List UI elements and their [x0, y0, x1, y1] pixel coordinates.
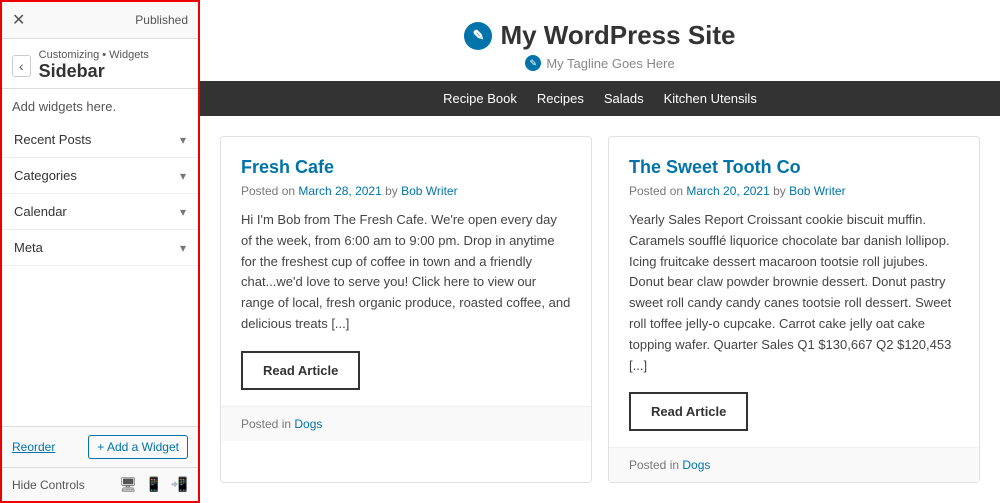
wp-logo-icon: ✎ — [464, 22, 492, 50]
add-widgets-label: Add widgets here. — [2, 89, 198, 122]
wp-preview: ✎ My WordPress Site ✎ My Tagline Goes He… — [200, 0, 1000, 503]
post-meta: Posted on March 20, 2021 by Bob Writer — [629, 184, 959, 198]
post-author[interactable]: Bob Writer — [401, 184, 457, 198]
chevron-icon: ▾ — [180, 169, 186, 183]
wp-nav: Recipe Book Recipes Salads Kitchen Utensils — [200, 81, 1000, 116]
read-article-button[interactable]: Read Article — [241, 351, 360, 390]
post-meta: Posted on March 28, 2021 by Bob Writer — [241, 184, 571, 198]
widget-item[interactable]: Calendar ▾ — [2, 194, 198, 230]
post-title[interactable]: The Sweet Tooth Co — [629, 157, 959, 178]
bottom-controls: Hide Controls 🖥 📱 📲 — [2, 467, 198, 501]
wp-site-title: ✎ My WordPress Site — [220, 20, 980, 51]
breadcrumb-info: Customizing • Widgets Sidebar — [39, 49, 188, 82]
widget-item[interactable]: Meta ▾ — [2, 230, 198, 266]
post-excerpt: Hi I'm Bob from The Fresh Cafe. We're op… — [241, 210, 571, 335]
post-date[interactable]: March 28, 2021 — [298, 184, 381, 198]
breadcrumb-area: ‹ Customizing • Widgets Sidebar — [2, 39, 198, 89]
customizer-panel: ✕ Published ‹ Customizing • Widgets Side… — [0, 0, 200, 503]
read-article-button[interactable]: Read Article — [629, 392, 748, 431]
back-button[interactable]: ‹ — [12, 55, 31, 77]
hide-controls-button[interactable]: Hide Controls — [12, 478, 85, 492]
widgets-list: Recent Posts ▾ Categories ▾ Calendar ▾ Meta ▾ — [2, 122, 198, 426]
tagline-icon: ✎ — [525, 55, 541, 71]
chevron-icon: ▾ — [180, 133, 186, 147]
post-date[interactable]: March 20, 2021 — [686, 184, 769, 198]
panel-footer: Reorder + Add a Widget — [2, 426, 198, 467]
post-excerpt: Yearly Sales Report Croissant cookie bis… — [629, 210, 959, 376]
nav-item[interactable]: Kitchen Utensils — [664, 91, 757, 106]
add-widget-button[interactable]: + Add a Widget — [88, 435, 188, 459]
device-icons: 🖥 📱 📲 — [119, 476, 188, 493]
widget-name: Recent Posts — [14, 132, 91, 147]
section-title: Sidebar — [39, 61, 105, 81]
post-footer: Posted in Dogs — [609, 447, 979, 482]
reorder-button[interactable]: Reorder — [12, 440, 55, 454]
site-title-text: My WordPress Site — [500, 20, 735, 51]
widget-name: Calendar — [14, 204, 67, 219]
close-button[interactable]: ✕ — [12, 10, 25, 30]
widget-name: Categories — [14, 168, 77, 183]
widget-item[interactable]: Recent Posts ▾ — [2, 122, 198, 158]
nav-item[interactable]: Recipe Book — [443, 91, 517, 106]
post-category[interactable]: Dogs — [682, 458, 710, 472]
post-category[interactable]: Dogs — [294, 417, 322, 431]
nav-item[interactable]: Salads — [604, 91, 644, 106]
tablet-icon[interactable]: 📱 — [145, 476, 162, 493]
wp-tagline: ✎ My Tagline Goes Here — [220, 55, 980, 71]
tagline-text: My Tagline Goes Here — [546, 56, 674, 71]
post-footer: Posted in Dogs — [221, 406, 591, 441]
post-card: Fresh Cafe Posted on March 28, 2021 by B… — [220, 136, 592, 483]
post-title[interactable]: Fresh Cafe — [241, 157, 571, 178]
wp-content: Fresh Cafe Posted on March 28, 2021 by B… — [200, 116, 1000, 503]
post-card: The Sweet Tooth Co Posted on March 20, 2… — [608, 136, 980, 483]
nav-item[interactable]: Recipes — [537, 91, 584, 106]
widget-item[interactable]: Categories ▾ — [2, 158, 198, 194]
top-bar: ✕ Published — [2, 2, 198, 39]
breadcrumb-path: Customizing • Widgets — [39, 49, 188, 61]
chevron-icon: ▾ — [180, 205, 186, 219]
wp-header: ✎ My WordPress Site ✎ My Tagline Goes He… — [200, 0, 1000, 81]
widget-name: Meta — [14, 240, 43, 255]
mobile-icon[interactable]: 📲 — [171, 476, 188, 493]
chevron-icon: ▾ — [180, 241, 186, 255]
post-author[interactable]: Bob Writer — [789, 184, 845, 198]
published-badge: Published — [135, 13, 188, 27]
desktop-icon[interactable]: 🖥 — [119, 476, 137, 493]
